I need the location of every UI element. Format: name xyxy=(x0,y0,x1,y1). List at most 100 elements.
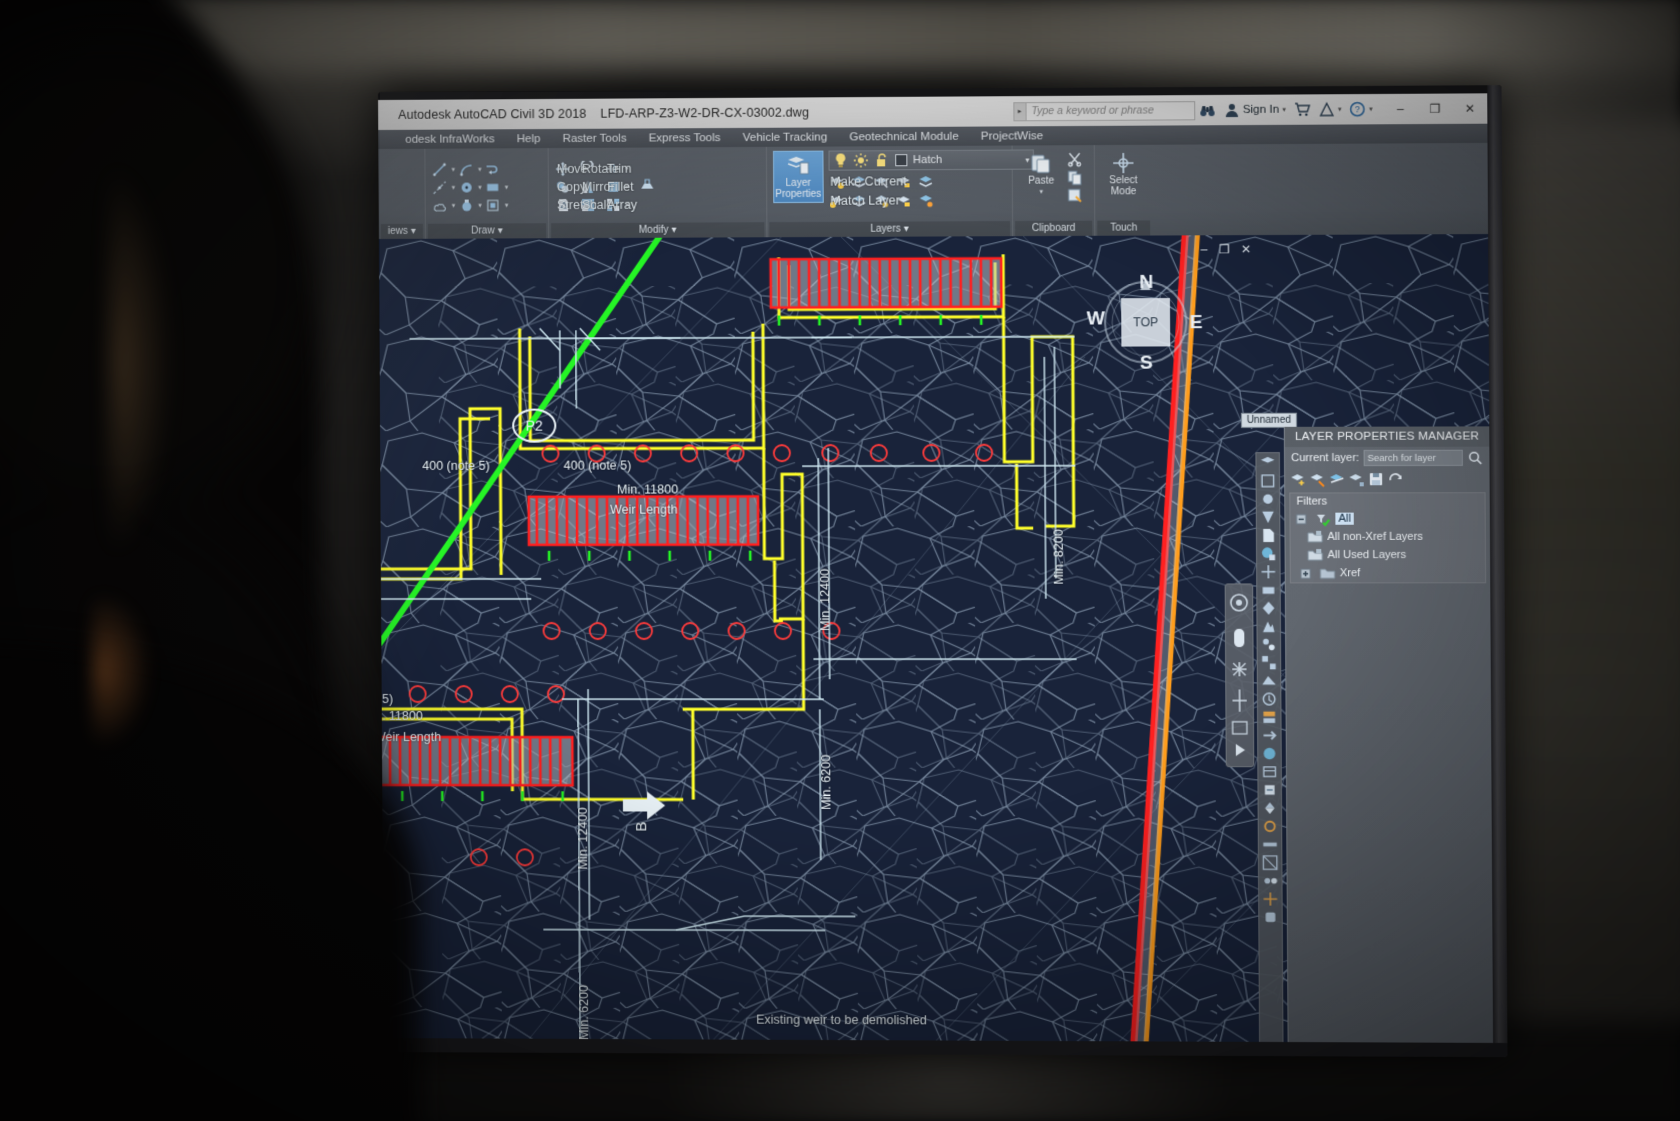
draw-arc-caret[interactable]: ▾ xyxy=(478,165,482,173)
layer-tool-icon-1[interactable] xyxy=(1258,454,1276,471)
help-button[interactable]: ? ▾ xyxy=(1350,101,1373,117)
magnifier-icon[interactable] xyxy=(1467,450,1483,466)
layer-tool-icon-10[interactable] xyxy=(1259,618,1277,635)
draw-ray-caret[interactable]: ▾ xyxy=(452,183,456,191)
layer-tool-icon-5[interactable] xyxy=(1259,527,1277,544)
draw-revcloud-tool[interactable]: ▾ xyxy=(432,197,457,213)
drawing-restore-button[interactable]: ❐ xyxy=(1219,242,1230,256)
paste-caret[interactable]: ▾ xyxy=(1039,187,1043,198)
menu-item-vehicle-tracking[interactable]: Vehicle Tracking xyxy=(732,131,839,144)
new-layer-icon[interactable] xyxy=(1290,471,1306,487)
scissors-cut-icon[interactable] xyxy=(1066,151,1082,167)
view-cube[interactable]: N S E W TOP xyxy=(1087,272,1203,374)
draw-region-caret[interactable]: ▾ xyxy=(505,201,509,209)
search-input[interactable]: Type a keyword or phrase xyxy=(1025,100,1195,121)
layer-tool-icon-15[interactable] xyxy=(1260,709,1278,726)
delete-layer-icon[interactable] xyxy=(1329,471,1345,487)
layer-tool-icon-16[interactable] xyxy=(1260,727,1278,744)
filter-tree-item-all-used[interactable]: All Used Layers xyxy=(1291,546,1485,564)
select-mode-button[interactable]: Select Mode xyxy=(1101,149,1146,200)
drawing-minimize-button[interactable]: – xyxy=(1201,242,1208,256)
layer-tool-icon-22[interactable] xyxy=(1261,836,1279,853)
current-layer-combo[interactable]: Hatch ▾ xyxy=(828,149,1034,171)
draw-line-tool[interactable]: ▾ xyxy=(431,161,456,177)
draw-region-tool[interactable]: ▾ xyxy=(485,197,510,213)
menu-item-express-tools[interactable]: Express Tools xyxy=(638,132,732,145)
draw-ray-tool[interactable]: ▾ xyxy=(432,179,457,195)
modify-rotate-button[interactable]: Rotate xyxy=(580,160,619,176)
layer-tool-icon-3[interactable] xyxy=(1259,491,1277,508)
layer-tool-icon-19[interactable] xyxy=(1260,781,1278,798)
layer-tool-icon-9[interactable] xyxy=(1259,600,1277,617)
layer-search-input[interactable]: Search for layer xyxy=(1363,449,1463,467)
layer-states-icon[interactable] xyxy=(1368,471,1384,487)
layer-tool-icon-7[interactable] xyxy=(1259,563,1277,580)
layer-tool-icon-17[interactable] xyxy=(1260,745,1278,762)
layer-tool-icon-18[interactable] xyxy=(1260,763,1278,780)
make-current-label[interactable]: Make Current xyxy=(830,174,907,188)
user-account[interactable]: Sign In ▾ xyxy=(1223,102,1286,119)
layer-tool-icon-26[interactable] xyxy=(1261,909,1279,926)
maximize-button[interactable]: ❐ xyxy=(1418,94,1453,124)
tree-expander-xref-icon[interactable] xyxy=(1299,565,1315,581)
new-layer-vp-frozen-icon[interactable] xyxy=(1310,471,1326,487)
make-current-icon[interactable] xyxy=(917,173,933,189)
draw-rect-caret[interactable]: ▾ xyxy=(505,183,509,191)
set-current-icon[interactable] xyxy=(1348,471,1364,487)
drawing-tool-strip[interactable] xyxy=(1255,452,1284,1043)
filter-tree-item-all-non-xref[interactable]: All non-Xref Layers xyxy=(1291,528,1485,546)
layer-tool-icon-24[interactable] xyxy=(1261,872,1279,889)
paste-special-icon[interactable] xyxy=(1067,187,1083,203)
layer-tool-icon-11[interactable] xyxy=(1260,636,1278,653)
match-layer-icon[interactable] xyxy=(917,192,933,208)
drawing-canvas[interactable]: – ❐ ✕ N S E W TOP Unnamed 400 (note 5) 4… xyxy=(378,234,1494,1043)
viewcube-top-face[interactable]: TOP xyxy=(1121,298,1171,347)
menu-item-projectwise[interactable]: ProjectWise xyxy=(970,130,1055,143)
autodesk-caret[interactable]: ▾ xyxy=(1338,105,1342,113)
navigation-bar[interactable] xyxy=(1224,583,1255,768)
layer-tool-icon-6[interactable] xyxy=(1259,545,1277,562)
layer-tool-icon-21[interactable] xyxy=(1261,818,1279,835)
draw-hatch-tool[interactable]: ▾ xyxy=(458,197,483,213)
modify-scale-button[interactable]: Scale xyxy=(580,196,614,212)
search-dropdown-arrow[interactable]: ▸ xyxy=(1012,101,1026,121)
layer-tool-icon-14[interactable] xyxy=(1260,690,1278,707)
draw-polyline-tool[interactable] xyxy=(485,161,510,177)
paste-button[interactable]: Paste ▾ xyxy=(1019,149,1064,200)
layer-tool-icon-8[interactable] xyxy=(1259,581,1277,598)
layer-tool-icon-2[interactable] xyxy=(1259,472,1277,489)
refresh-icon[interactable] xyxy=(1387,471,1403,487)
draw-rectangle-tool[interactable]: ▾ xyxy=(485,179,510,195)
drawing-close-button[interactable]: ✕ xyxy=(1241,242,1251,256)
filter-tree-item-all[interactable]: All xyxy=(1290,509,1484,527)
search-binoculars-icon[interactable] xyxy=(1199,102,1215,118)
modify-fillet-button[interactable]: Fillet ▾ xyxy=(605,178,634,194)
layer-tool-icon-13[interactable] xyxy=(1260,672,1278,689)
menu-item-raster-tools[interactable]: Raster Tools xyxy=(551,132,637,145)
layer-tool-icon-23[interactable] xyxy=(1261,854,1279,871)
modify-extra-tool[interactable] xyxy=(639,177,655,193)
modify-trim-button[interactable]: Trim ▾ xyxy=(605,160,632,176)
layer-properties-manager-palette[interactable]: LAYER PROPERTIES MANAGER Current layer: … xyxy=(1283,426,1494,1043)
modify-array-button[interactable]: Array ▾ xyxy=(605,196,637,212)
draw-arc-tool[interactable]: ▾ xyxy=(458,161,483,177)
draw-line-caret[interactable]: ▾ xyxy=(451,165,455,173)
match-layer-label[interactable]: Match Layer xyxy=(830,193,900,207)
autodesk-a-icon[interactable]: ▾ xyxy=(1318,101,1342,117)
draw-circle-caret[interactable]: ▾ xyxy=(478,183,482,191)
shopping-cart-icon[interactable] xyxy=(1294,101,1310,117)
draw-revcloud-caret[interactable]: ▾ xyxy=(452,201,456,209)
minimize-button[interactable]: – xyxy=(1383,94,1418,124)
modify-stretch-button[interactable]: Stretch xyxy=(555,197,597,213)
filter-tree-item-xref[interactable]: Xref xyxy=(1291,564,1485,582)
layer-tool-icon-4[interactable] xyxy=(1259,509,1277,526)
draw-hatch-caret[interactable]: ▾ xyxy=(478,201,482,209)
menu-item-help[interactable]: Help xyxy=(506,133,552,145)
tree-expander-icon[interactable] xyxy=(1295,511,1311,527)
menu-item-geotechnical-module[interactable]: Geotechnical Module xyxy=(838,130,970,143)
draw-circle-tool[interactable]: ▾ xyxy=(458,179,483,195)
modify-mirror-button[interactable]: Mirror xyxy=(580,178,615,194)
layer-tool-icon-25[interactable] xyxy=(1261,890,1279,907)
layer-tool-icon-12[interactable] xyxy=(1260,654,1278,671)
close-button[interactable]: ✕ xyxy=(1452,94,1487,124)
